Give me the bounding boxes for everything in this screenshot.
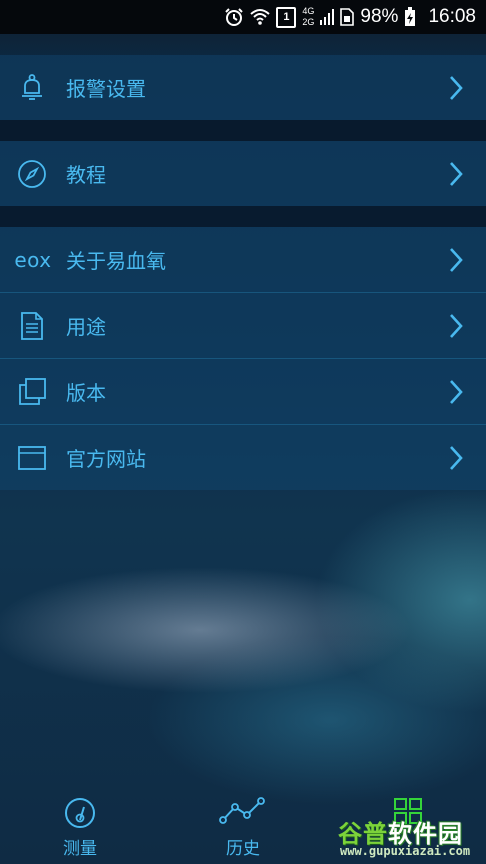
tab-label: 测量 (63, 839, 97, 859)
bell-icon (16, 72, 48, 104)
menu-item-usage[interactable]: 用途 (0, 293, 486, 359)
line-chart-icon (219, 796, 267, 830)
menu-item-alarm-settings[interactable]: 报警设置 (0, 55, 486, 120)
menu-item-label: 教程 (66, 163, 106, 187)
watermark: 谷普软件园 www.gupuxiazai.com (334, 812, 484, 862)
watermark-url: www.gupuxiazai.com (340, 844, 471, 858)
network-2g-label: 2G (302, 17, 315, 27)
menu-item-official-website[interactable]: 官方网站 (0, 425, 486, 490)
tab-measure[interactable]: 测量 (20, 784, 140, 864)
chevron-right-icon (450, 247, 463, 272)
chevron-right-icon (450, 75, 463, 100)
menu-item-label: 关于易血氧 (66, 249, 166, 273)
settings-menu: 报警设置 教程 eox 关于易血氧 用途 版本 官方网站 (0, 34, 486, 490)
wifi-icon (250, 9, 271, 25)
menu-item-label: 用途 (66, 315, 106, 339)
bottom-tab-bar: 测量 历史 谷普软件园 www.gupuxiazai.com (0, 784, 486, 864)
section-spacer (0, 34, 486, 55)
section-spacer (0, 206, 486, 227)
network-4g-label: 4G (302, 6, 315, 16)
signal-icon (320, 9, 335, 25)
alarm-clock-icon (225, 8, 244, 26)
chevron-right-icon (450, 379, 463, 404)
tab-label: 历史 (226, 839, 260, 859)
browser-window-icon (16, 442, 48, 474)
sim-card-icon (340, 8, 355, 26)
compass-icon (16, 158, 48, 190)
menu-item-tutorial[interactable]: 教程 (0, 141, 486, 206)
menu-item-version[interactable]: 版本 (0, 359, 486, 425)
network-type: 4G 2G (302, 7, 314, 27)
chevron-right-icon (450, 313, 463, 338)
gauge-icon (63, 796, 97, 834)
menu-item-label: 官方网站 (66, 447, 146, 471)
battery-charging-icon (405, 7, 416, 26)
clock-time: 16:08 (428, 6, 476, 27)
document-icon (16, 310, 48, 342)
sim-slot-indicator: 1 (276, 6, 297, 28)
eox-logo: eox (13, 244, 53, 276)
copy-icon (16, 376, 48, 408)
chevron-right-icon (450, 161, 463, 186)
tab-history[interactable]: 历史 (183, 784, 303, 864)
eox-logo-text: eox (14, 247, 52, 272)
chevron-right-icon (450, 445, 463, 470)
battery-percent: 98% (360, 6, 399, 27)
menu-item-label: 版本 (66, 381, 106, 405)
section-spacer (0, 120, 486, 141)
menu-item-label: 报警设置 (66, 77, 146, 101)
menu-item-about[interactable]: eox 关于易血氧 (0, 227, 486, 293)
status-bar: 1 4G 2G 98% 16:08 (0, 0, 486, 34)
